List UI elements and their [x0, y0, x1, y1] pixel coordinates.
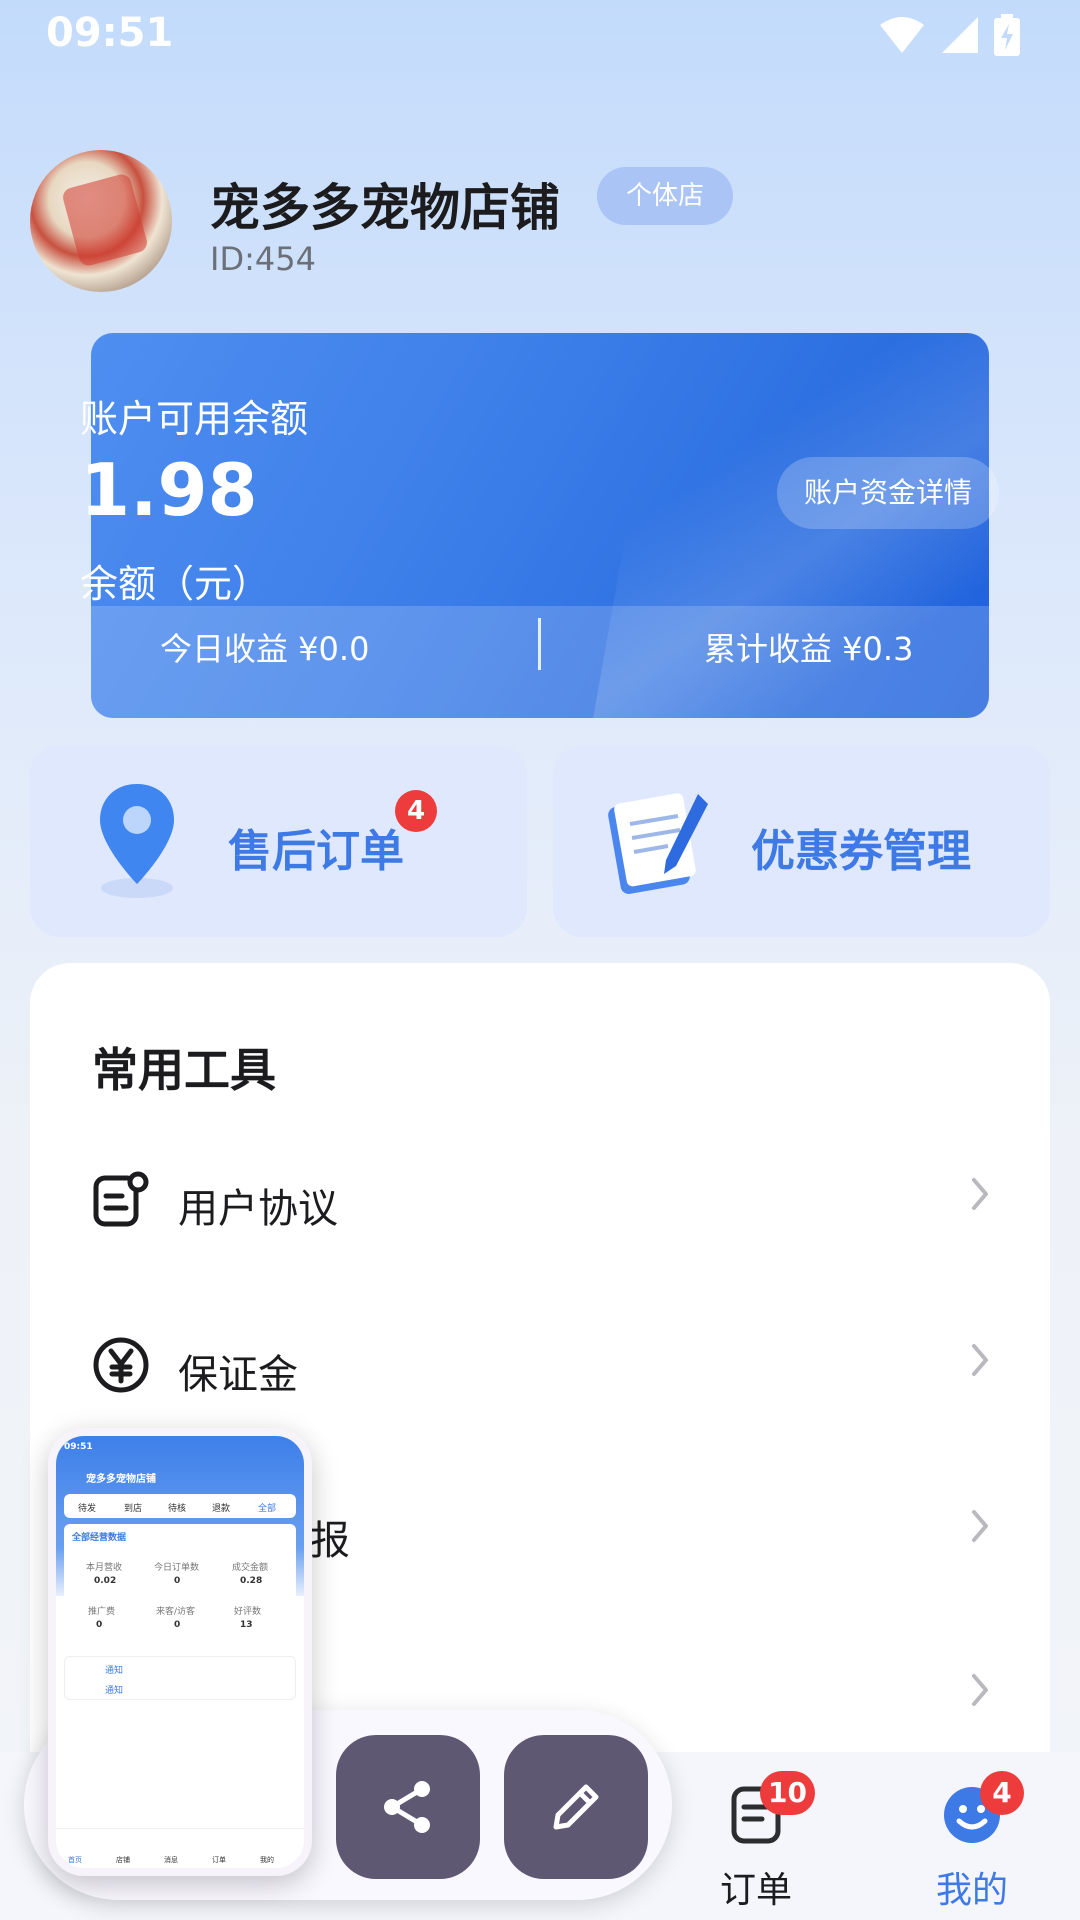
mini-stat-value: 0: [96, 1620, 103, 1630]
signal-icon: [942, 17, 978, 53]
mini-tab: 待核: [168, 1504, 187, 1514]
mini-stat-label: 成交金额: [232, 1563, 269, 1573]
balance-value: 1.98: [80, 448, 258, 532]
mini-nav-label: 订单: [212, 1856, 226, 1864]
nav-item-orders[interactable]: 10 订单: [686, 1771, 826, 1915]
chevron-right-icon: [972, 1674, 988, 1706]
mini-shop-name: 宠多多宠物店铺: [86, 1474, 156, 1485]
mini-nav-label: 店铺: [116, 1856, 130, 1864]
after-sales-order-label: 售后订单: [228, 826, 404, 877]
income-divider: [538, 618, 541, 670]
shop-type-badge: 个体店: [597, 167, 733, 225]
shop-avatar[interactable]: [30, 150, 172, 292]
notepad-pen-icon: [608, 793, 708, 894]
mini-stat-value: 13: [240, 1620, 253, 1630]
mini-stat-label: 今日订单数: [154, 1563, 200, 1573]
chevron-right-icon: [972, 1178, 988, 1210]
mini-tab: 待发: [78, 1504, 97, 1514]
mini-nav-label: 消息: [164, 1856, 178, 1864]
mini-time: 09:51: [64, 1442, 93, 1452]
mini-stat-value: 0.02: [94, 1576, 117, 1586]
nav-item-mine[interactable]: 4 我的: [902, 1771, 1042, 1915]
mini-section-title: 全部经营数据: [72, 1533, 127, 1543]
tool-item-label: 保证金: [178, 1352, 298, 1398]
total-income: 累计收益 ¥0.3: [704, 630, 914, 668]
yen-circle-icon: [93, 1337, 149, 1393]
balance-label: 账户可用余额: [80, 397, 309, 441]
mini-stat-label: 来客/访客: [156, 1607, 196, 1617]
screenshot-preview-thumbnail[interactable]: 09:51 宠多多宠物店铺 待发 到店 待核 退款 全部 全部经营数据 本月营收…: [48, 1428, 312, 1876]
mini-stat-value: 0: [174, 1576, 181, 1586]
share-icon: [384, 1781, 430, 1833]
coupon-management-label: 优惠券管理: [751, 826, 971, 877]
orders-badge: 10: [760, 1771, 815, 1815]
mini-tab: 到店: [124, 1504, 143, 1514]
coupon-management-card[interactable]: 优惠券管理: [553, 745, 1050, 937]
mini-stat-label: 推广费: [88, 1607, 116, 1617]
tool-item-user-agreement[interactable]: 用户协议: [92, 1160, 992, 1250]
mini-stat-label: 好评数: [234, 1607, 262, 1617]
mini-stat-value: 0.28: [240, 1576, 263, 1586]
status-bar: 09:51: [0, 0, 1080, 70]
common-tools-title: 常用工具: [92, 1043, 276, 1097]
today-income: 今日收益 ¥0.0: [160, 630, 370, 668]
mini-nav-label: 首页: [68, 1856, 82, 1864]
mini-notice-card: 通知 通知: [64, 1656, 296, 1700]
shop-name: 宠多多宠物店铺: [210, 179, 560, 237]
battery-charging-icon: [994, 14, 1020, 56]
tool-item-label: 用户协议: [178, 1186, 338, 1232]
mini-nav-label: 我的: [260, 1856, 274, 1864]
nav-label-mine: 我的: [935, 1870, 1008, 1911]
mini-stat-value: 0: [174, 1620, 181, 1630]
after-sales-order-card[interactable]: 售后订单 4: [30, 745, 527, 937]
status-icons: [878, 14, 1020, 56]
status-time: 09:51: [46, 10, 174, 56]
edit-pencil-icon: [553, 1784, 599, 1830]
mine-badge: 4: [980, 1771, 1024, 1815]
mini-tab: 退款: [212, 1504, 231, 1514]
after-sales-order-badge: 4: [395, 790, 437, 832]
mini-notice: 通知: [105, 1666, 124, 1676]
share-button[interactable]: [336, 1735, 480, 1879]
wifi-icon: [880, 17, 924, 53]
chevron-right-icon: [972, 1510, 988, 1542]
chevron-right-icon: [972, 1344, 988, 1376]
mini-bottom-nav: 首页 店铺 消息 订单 我的: [56, 1828, 304, 1868]
nav-label-orders: 订单: [719, 1870, 792, 1911]
document-user-icon: [93, 1171, 149, 1227]
mini-tabs: 待发 到店 待核 退款 全部: [64, 1494, 296, 1518]
tool-item-label: 报: [310, 1518, 350, 1564]
tool-item-deposit[interactable]: 保证金: [92, 1326, 992, 1416]
account-detail-button[interactable]: 账户资金详情: [777, 457, 999, 529]
location-pin-icon: [100, 784, 174, 898]
mini-stats-card: 全部经营数据 本月营收 0.02 今日订单数 0 成交金额 0.28 推广费 0…: [64, 1524, 296, 1648]
mini-stat-label: 本月营收: [86, 1563, 123, 1573]
mini-tab: 全部: [258, 1504, 277, 1514]
shop-id: ID:454: [210, 240, 316, 278]
edit-button[interactable]: [504, 1735, 648, 1879]
mini-notice: 通知: [105, 1686, 124, 1696]
balance-unit-label: 余额（元）: [80, 562, 271, 606]
